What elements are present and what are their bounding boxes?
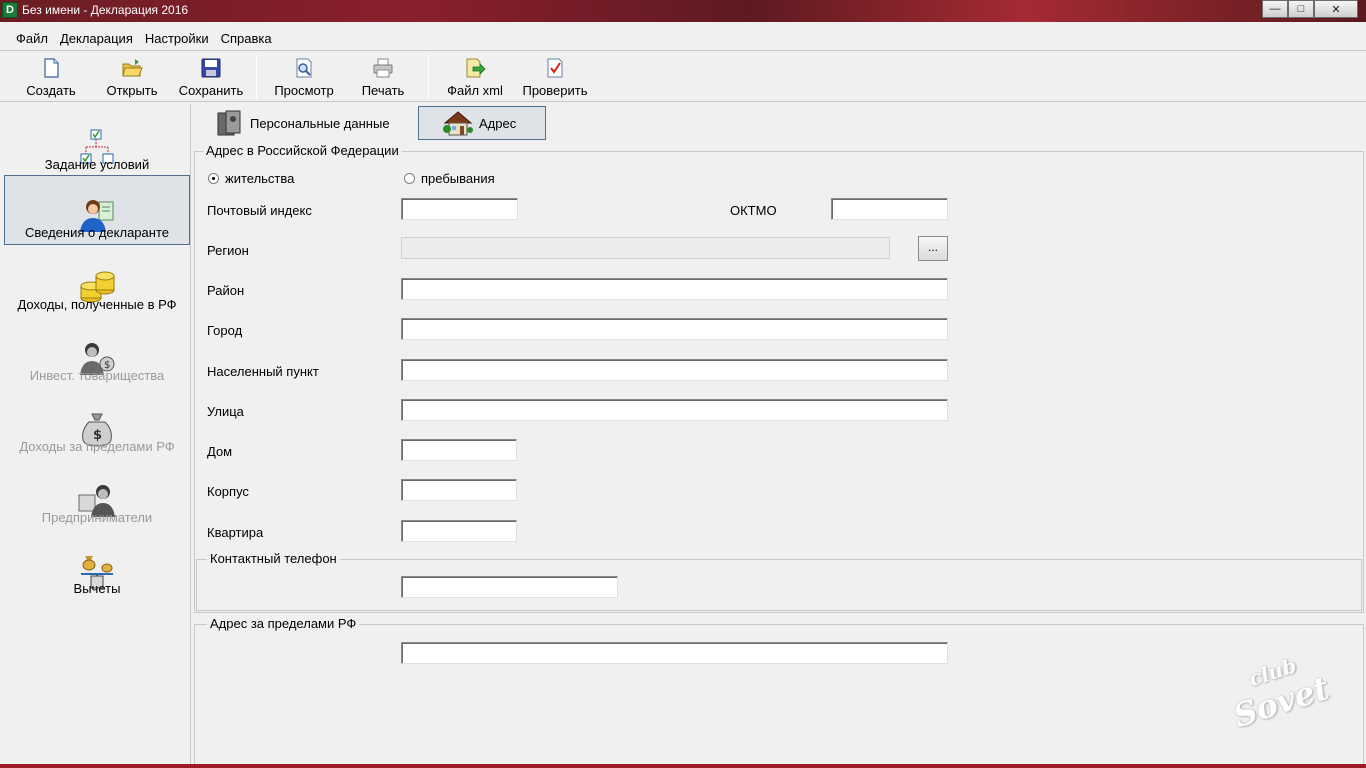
print-button[interactable]: Печать (356, 55, 410, 101)
address-abroad-input[interactable] (401, 642, 948, 664)
open-folder-icon (122, 59, 143, 77)
sidebar-item-label: Доходы за пределами РФ (19, 439, 175, 454)
check-label: Проверить (522, 83, 588, 98)
district-input[interactable] (401, 278, 948, 300)
window-controls: — □ ✕ (1262, 0, 1358, 18)
oktmo-label: ОКТМО (730, 203, 777, 218)
radio-stay[interactable]: пребывания (404, 171, 495, 186)
address-rf-group: Адрес в Российской Федерации (194, 143, 1364, 613)
sidebar-item-label: Задание условий (44, 157, 150, 172)
sidebar-item-label: Доходы, полученные в РФ (17, 297, 177, 312)
house-icon (443, 111, 473, 136)
address-abroad-title: Адрес за пределами РФ (207, 616, 360, 631)
maximize-button[interactable]: □ (1288, 0, 1314, 18)
sidebar-item-declarant[interactable]: Сведения о декларанте (4, 175, 190, 245)
sidebar-item-income-abroad[interactable]: $ Доходы за пределами РФ (4, 388, 190, 458)
apartment-input[interactable] (401, 520, 517, 542)
check-document-icon (547, 58, 563, 78)
tab-address-label: Адрес (479, 115, 517, 131)
title-bar: D Без имени - Декларация 2016 — □ ✕ (0, 0, 1366, 22)
radio-dot (208, 173, 219, 184)
preview-magnifier-icon (296, 58, 312, 78)
taskbar-edge (0, 764, 1366, 768)
toolbar-separator (256, 55, 257, 99)
xml-file-button[interactable]: Файл xml (444, 55, 506, 101)
locality-input[interactable] (401, 359, 948, 381)
building-input[interactable] (401, 479, 517, 501)
close-button[interactable]: ✕ (1314, 0, 1358, 18)
house-label: Дом (207, 444, 233, 459)
apartment-label: Квартира (207, 525, 264, 540)
create-button[interactable]: Создать (22, 55, 80, 101)
sidebar-item-income-rf[interactable]: Доходы, полученные в РФ (4, 246, 190, 316)
contact-phone-group: Контактный телефон (196, 551, 1362, 611)
postal-code-input[interactable] (401, 198, 518, 220)
save-label: Сохранить (178, 83, 244, 98)
sidebar-item-label: Инвест. товарищества (29, 368, 165, 383)
new-document-icon (44, 58, 59, 78)
tab-personal-label: Персональные данные (250, 115, 390, 131)
oktmo-input[interactable] (831, 198, 948, 220)
sidebar-item-label: Предприниматели (41, 510, 153, 525)
building-label: Корпус (207, 484, 249, 499)
create-label: Создать (26, 83, 76, 98)
radio-residence-label: жительства (225, 171, 295, 186)
menu-settings[interactable]: Настройки (139, 31, 215, 46)
sidebar-item-label: Вычеты (73, 581, 121, 596)
personal-data-icon (217, 110, 241, 136)
radio-residence[interactable]: жительства (208, 171, 294, 186)
minimize-button[interactable]: — (1262, 0, 1288, 18)
sidebar-item-deductions[interactable]: Вычеты (4, 530, 190, 600)
city-input[interactable] (401, 318, 948, 340)
sidebar-item-conditions[interactable]: Задание условий (4, 106, 190, 176)
menu-help[interactable]: Справка (215, 31, 278, 46)
menu-file[interactable]: Файл (10, 31, 54, 46)
open-label: Открыть (106, 83, 158, 98)
preview-label: Просмотр (274, 83, 334, 98)
locality-label: Населенный пункт (207, 364, 319, 379)
address-rf-title: Адрес в Российской Федерации (203, 143, 402, 158)
tab-personal-data[interactable]: Персональные данные (214, 106, 414, 140)
city-label: Город (207, 323, 243, 338)
sidebar-item-entrepreneurs[interactable]: Предприниматели (4, 459, 190, 529)
check-button[interactable]: Проверить (518, 55, 592, 101)
app-icon: D (2, 2, 18, 18)
toolbar-separator (428, 55, 429, 99)
radio-stay-label: пребывания (421, 171, 495, 186)
house-input[interactable] (401, 439, 517, 461)
region-label: Регион (207, 243, 249, 258)
sidebar: Задание условий Сведения о декларанте До… (4, 104, 191, 768)
toolbar: Создать Открыть Сохранить Просмотр Печат… (0, 50, 1366, 102)
region-select-button[interactable]: ... (918, 236, 948, 261)
street-input[interactable] (401, 399, 948, 421)
menu-declaration[interactable]: Декларация (54, 31, 139, 46)
save-button[interactable]: Сохранить (176, 55, 246, 101)
contact-phone-input[interactable] (401, 576, 618, 598)
window-title: Без имени - Декларация 2016 (22, 3, 189, 17)
tab-address[interactable]: Адрес (418, 106, 546, 140)
sidebar-item-invest[interactable]: $ Инвест. товарищества (4, 317, 190, 387)
print-label: Печать (361, 83, 405, 98)
radio-dot (404, 173, 415, 184)
open-button[interactable]: Открыть (102, 55, 162, 101)
menu-bar: Файл Декларация Настройки Справка (0, 28, 1366, 48)
printer-icon (373, 58, 393, 78)
district-label: Район (207, 283, 245, 298)
preview-button[interactable]: Просмотр (270, 55, 338, 101)
floppy-disk-icon (201, 58, 221, 78)
contact-phone-title: Контактный телефон (207, 551, 340, 566)
region-input (401, 237, 890, 259)
street-label: Улица (207, 404, 244, 419)
sidebar-item-label: Сведения о декларанте (25, 225, 169, 240)
xml-file-label: Файл xml (447, 83, 503, 98)
xml-export-icon (466, 58, 486, 78)
postal-code-label: Почтовый индекс (207, 203, 312, 218)
